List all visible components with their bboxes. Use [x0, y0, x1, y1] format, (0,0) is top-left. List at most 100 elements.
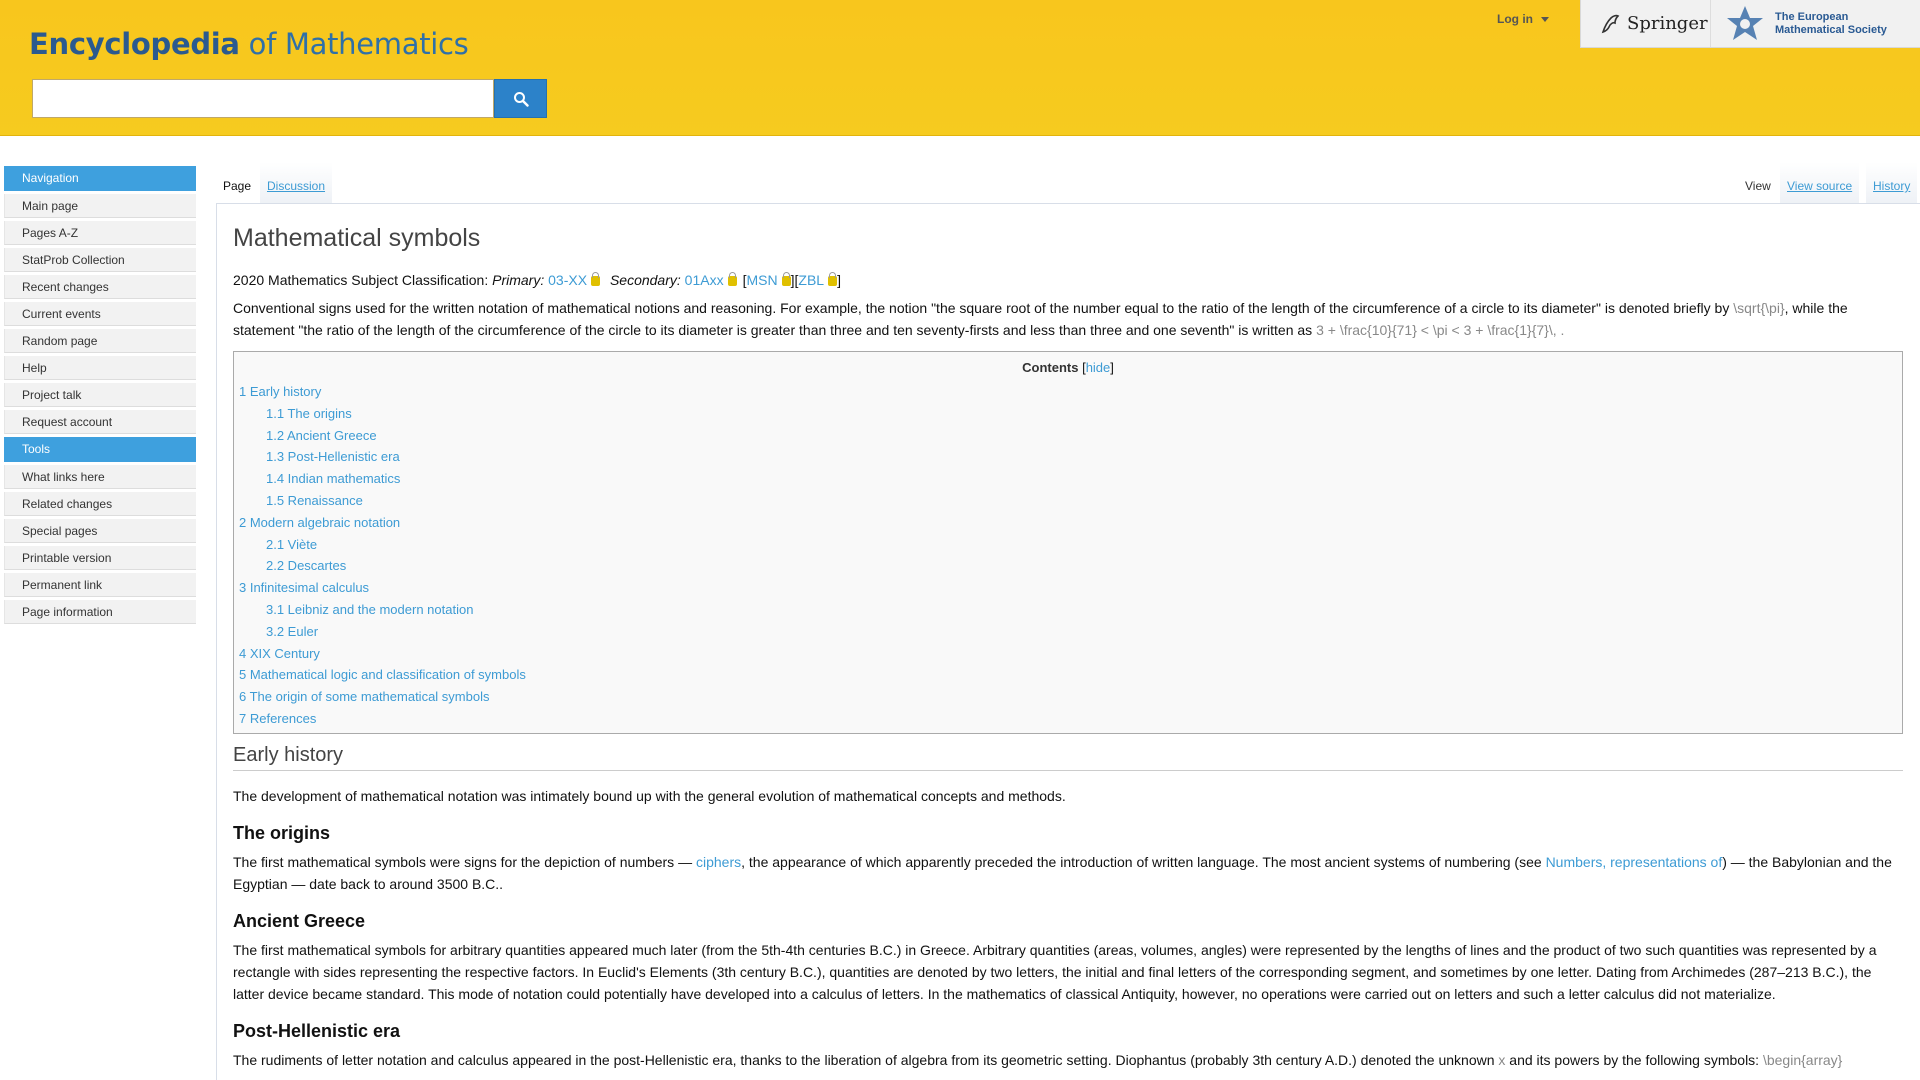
ems-logo[interactable]: The European Mathematical Society	[1711, 4, 1887, 44]
tab-view-source-label[interactable]: View source	[1787, 179, 1852, 193]
tab-discussion[interactable]: Discussion	[260, 162, 333, 204]
toc-item: 2 Modern algebraic notation	[239, 512, 1902, 534]
sidebar-item-project-talk[interactable]: Project talk	[4, 383, 196, 407]
msc-primary-link[interactable]: 03-XX	[548, 272, 587, 288]
toc-link[interactable]: 7 References	[239, 711, 316, 726]
login-label: Log in	[1497, 12, 1533, 26]
navigation-heading: Navigation	[4, 166, 196, 191]
sidebar-item-statprob[interactable]: StatProb Collection	[4, 248, 196, 272]
springer-label: Springer	[1627, 13, 1708, 34]
sidebar-item-permanent-link[interactable]: Permanent link	[4, 573, 196, 597]
toc-link[interactable]: 2.1 Viète	[266, 537, 317, 552]
toc-item: 2.1 Viète	[266, 534, 1902, 556]
search-input[interactable]	[32, 79, 494, 118]
sidebar-item-random-page[interactable]: Random page	[4, 329, 196, 353]
sidebar-item-recent-changes[interactable]: Recent changes	[4, 275, 196, 299]
toc-item: 4 XIX Century	[239, 643, 1902, 665]
sidebar-item-what-links-here[interactable]: What links here	[4, 465, 196, 489]
early-history-text: The development of mathematical notation…	[233, 788, 1066, 804]
toc-link[interactable]: 4 XIX Century	[239, 646, 320, 661]
intro-paragraph: Conventional signs used for the written …	[233, 297, 1903, 341]
toc-link[interactable]: 1.3 Post-Hellenistic era	[266, 449, 400, 464]
page-tabs: Page Discussion View View source History	[216, 162, 1920, 204]
login-menu[interactable]: Log in	[1497, 12, 1549, 26]
toc-link[interactable]: 3.2 Euler	[266, 624, 318, 639]
sidebar-item-related-changes[interactable]: Related changes	[4, 492, 196, 516]
toc-link[interactable]: 1.1 The origins	[266, 406, 352, 421]
toc-item: 1.5 Renaissance	[266, 490, 1902, 512]
toc-link[interactable]: 6 The origin of some mathematical symbol…	[239, 689, 489, 704]
sidebar-item-help[interactable]: Help	[4, 356, 196, 380]
numbers-representations-link[interactable]: Numbers, representations of	[1546, 854, 1723, 870]
toc-item: 5 Mathematical logic and classification …	[239, 664, 1902, 686]
tab-history[interactable]: History	[1866, 162, 1918, 204]
tab-history-label[interactable]: History	[1873, 179, 1910, 193]
toc-list: 1 Early history 1.1 The origins 1.2 Ancien…	[234, 381, 1902, 730]
sidebar-item-main-page[interactable]: Main page	[4, 194, 196, 218]
toc-item: 1.3 Post-Hellenistic era	[266, 446, 1902, 468]
sidebar-item-printable-version[interactable]: Printable version	[4, 546, 196, 570]
msn-link[interactable]: MSN	[746, 272, 777, 288]
greece-paragraph: The first mathematical symbols for arbit…	[233, 942, 1877, 1002]
tools-heading: Tools	[4, 437, 196, 462]
lock-icon	[591, 272, 601, 286]
zbl-link[interactable]: ZBL	[798, 272, 824, 288]
table-of-contents: Contents [hide] 1 Early history 1.1 The o…	[233, 351, 1903, 734]
toc-item: 2.2 Descartes	[266, 555, 1902, 577]
toc-link[interactable]: 2 Modern algebraic notation	[239, 515, 400, 530]
sidebar-item-page-information[interactable]: Page information	[4, 600, 196, 624]
springer-logo[interactable]: Springer	[1581, 0, 1711, 47]
post-text-1: The rudiments of letter notation and cal…	[233, 1052, 1499, 1068]
tab-view-label: View	[1745, 179, 1771, 193]
toc-link[interactable]: 3 Infinitesimal calculus	[239, 580, 369, 595]
tab-discussion-label[interactable]: Discussion	[267, 179, 325, 193]
tab-page[interactable]: Page	[216, 162, 259, 204]
sidebar-item-request-account[interactable]: Request account	[4, 410, 196, 434]
page-title: Mathematical symbols	[233, 224, 481, 252]
sidebar-item-pages-a-z[interactable]: Pages A-Z	[4, 221, 196, 245]
tab-view-source[interactable]: View source	[1780, 162, 1860, 204]
search-icon	[513, 91, 529, 107]
toc-link[interactable]: 1.4 Indian mathematics	[266, 471, 400, 486]
toc-item: 1.1 The origins	[266, 403, 1902, 425]
sidebar-item-special-pages[interactable]: Special pages	[4, 519, 196, 543]
intro-text-1: Conventional signs used for the written …	[233, 300, 1734, 316]
springer-horse-icon	[1601, 14, 1620, 33]
math-sqrt-pi: \sqrt{\pi}	[1733, 300, 1785, 316]
sidebar: Navigation Main page Pages A-Z StatProb …	[4, 166, 196, 627]
tab-view[interactable]: View	[1738, 162, 1778, 204]
site-header: Encyclopedia of Mathematics Log in Sprin…	[0, 0, 1920, 136]
toc-item: 3 Infinitesimal calculus	[239, 577, 1902, 599]
toc-item: 1.2 Ancient Greece	[266, 425, 1902, 447]
section-early-history: Early history	[233, 744, 1903, 771]
msc-secondary-link[interactable]: 01Axx	[685, 272, 724, 288]
tab-page-label: Page	[223, 179, 252, 193]
math-pi-inequality: 3 + \frac{10}{71} < \pi < 3 + \frac{1}{7…	[1316, 322, 1565, 338]
heading-ancient-greece: Ancient Greece	[233, 911, 366, 931]
sidebar-item-current-events[interactable]: Current events	[4, 302, 196, 326]
toc-link[interactable]: 5 Mathematical logic and classification …	[239, 667, 526, 682]
ciphers-link[interactable]: ciphers	[696, 854, 741, 870]
heading-the-origins: The origins	[233, 823, 331, 843]
chevron-down-icon	[1541, 17, 1549, 23]
toc-link[interactable]: 3.1 Leibniz and the modern notation	[266, 602, 473, 617]
toc-link[interactable]: 1.2 Ancient Greece	[266, 428, 377, 443]
toc-item: 1.4 Indian mathematics	[266, 468, 1902, 490]
toc-item: 6 The origin of some mathematical symbol…	[239, 686, 1902, 708]
toc-item: 7 References	[239, 708, 1902, 730]
toc-link[interactable]: 1 Early history	[239, 384, 321, 399]
heading-post-hellenistic: Post-Hellenistic era	[233, 1021, 401, 1041]
site-logo[interactable]: Encyclopedia of Mathematics	[29, 27, 469, 61]
post-hellenistic-paragraph: The rudiments of letter notation and cal…	[233, 1049, 1903, 1071]
toc-link[interactable]: 1.5 Renaissance	[266, 493, 363, 508]
post-text-2: and its powers by the following symbols:	[1505, 1052, 1763, 1068]
origins-paragraph: The first mathematical symbols were sign…	[233, 851, 1903, 895]
msc-classification: 2020 Mathematics Subject Classification:…	[233, 272, 841, 288]
msc-secondary-label: Secondary:	[609, 272, 681, 288]
math-array: \begin{array}	[1762, 1052, 1843, 1068]
ems-line1: The European	[1775, 10, 1849, 23]
toc-item: 3.1 Leibniz and the modern notation	[266, 599, 1902, 621]
toc-hide-link[interactable]: hide	[1086, 360, 1111, 375]
search-button[interactable]	[494, 79, 547, 118]
toc-link[interactable]: 2.2 Descartes	[266, 558, 346, 573]
